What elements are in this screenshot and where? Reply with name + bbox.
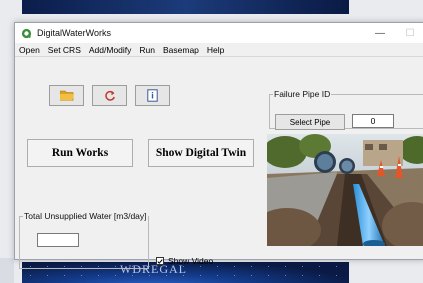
- menu-run[interactable]: Run: [139, 45, 155, 55]
- window-controls: — ☐: [365, 23, 423, 43]
- main-content: Run Works Show Digital Twin Failure Pipe…: [15, 57, 423, 269]
- menu-set-crs[interactable]: Set CRS: [48, 45, 81, 55]
- show-video-checkbox[interactable]: [156, 257, 164, 265]
- failure-pipe-legend: Failure Pipe ID: [274, 89, 331, 99]
- maximize-button[interactable]: ☐: [395, 28, 423, 39]
- background-banner-top: [22, 0, 349, 14]
- run-works-button[interactable]: Run Works: [27, 139, 133, 167]
- checkmark-icon: [157, 258, 163, 264]
- app-window: DigitalWaterWorks — ☐ Open Set CRS Add/M…: [14, 22, 423, 269]
- unsupplied-water-legend: Total Unsupplied Water [m3/day]: [24, 211, 147, 221]
- failure-pipe-id-field[interactable]: 0: [352, 114, 394, 128]
- menu-basemap[interactable]: Basemap: [163, 45, 199, 55]
- menu-help[interactable]: Help: [207, 45, 224, 55]
- refresh-button[interactable]: [92, 85, 127, 106]
- refresh-icon: [104, 90, 115, 101]
- show-video-toggle[interactable]: Show Video: [156, 256, 213, 266]
- title-bar[interactable]: DigitalWaterWorks — ☐: [15, 23, 423, 43]
- info-button[interactable]: [135, 85, 170, 106]
- select-pipe-button[interactable]: Select Pipe: [275, 114, 345, 130]
- background-left-strip: [0, 258, 14, 283]
- menu-bar: Open Set CRS Add/Modify Run Basemap Help: [15, 43, 423, 57]
- open-file-button[interactable]: [49, 85, 84, 106]
- document-info-icon: [147, 89, 158, 102]
- minimize-button[interactable]: —: [365, 28, 395, 39]
- app-logo-icon: [21, 28, 32, 38]
- menu-add-modify[interactable]: Add/Modify: [89, 45, 132, 55]
- window-title: DigitalWaterWorks: [37, 28, 112, 38]
- menu-open[interactable]: Open: [19, 45, 40, 55]
- show-digital-twin-button[interactable]: Show Digital Twin: [148, 139, 254, 167]
- show-video-label: Show Video: [168, 256, 214, 266]
- pipe-works-photo: [267, 134, 423, 246]
- folder-icon: [59, 90, 74, 101]
- unsupplied-water-field[interactable]: [37, 233, 79, 247]
- pipe-trench-image: [267, 134, 423, 246]
